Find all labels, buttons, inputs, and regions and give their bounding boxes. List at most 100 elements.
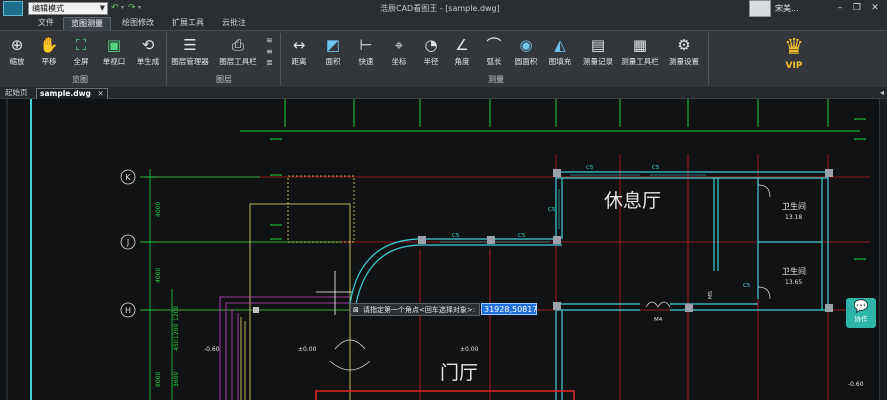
window-tag: C5 <box>518 233 526 239</box>
columns <box>253 169 833 313</box>
measure-group-label: 测量 <box>488 75 504 84</box>
fullscreen-label: 全屏 <box>73 57 89 66</box>
layer-mini-tools: ≋ ≡ ≣ <box>266 35 276 68</box>
coordinate-button[interactable]: ⌖ 坐标 <box>384 34 414 72</box>
restore-icon[interactable]: ❐ <box>850 1 864 15</box>
coordinate-input[interactable]: 31928,50817 <box>481 303 537 315</box>
avatar[interactable] <box>749 0 771 17</box>
crown-icon: ♛ <box>784 35 804 60</box>
layer-toolbar-label: 图层工具栏 <box>219 57 257 66</box>
window-tag: C5 <box>548 207 556 213</box>
grid-bubble-labels: K J H <box>125 173 131 315</box>
angle-label: 角度 <box>454 57 470 66</box>
layer-off-icon[interactable]: ≡ <box>266 46 276 57</box>
fullscreen-button[interactable]: ⛶ 全屏 <box>66 34 96 72</box>
window-tag: C5 <box>743 283 751 289</box>
single-viewport-button[interactable]: ▣ 单视口 <box>98 34 130 72</box>
level-marks: -0.60 ±0.00 ±0.00 -0.60 <box>204 346 864 388</box>
mode-select[interactable]: 编辑模式 ▼ <box>28 2 108 15</box>
zoom-icon: ⊕ <box>10 36 24 54</box>
area-button[interactable]: ◩ 面积 <box>318 34 348 72</box>
dim-label: 1200 <box>173 324 180 339</box>
arc-length-button[interactable]: ⌒ 弧长 <box>479 34 509 72</box>
circle-area-button[interactable]: ◉ 圆面积 <box>510 34 542 72</box>
distance-button[interactable]: ↔ 距离 <box>284 34 314 72</box>
angle-button[interactable]: ∠ 角度 <box>447 34 477 72</box>
measure-settings-button[interactable]: ⚙ 测量设置 <box>664 34 704 72</box>
quick-measure-button[interactable]: ⊢ 快速 <box>351 34 381 72</box>
group-divider <box>708 33 709 85</box>
layer-manager-icon: ☰ <box>183 36 197 54</box>
group-divider <box>280 33 281 85</box>
level-mark: -0.60 <box>848 381 864 388</box>
angle-icon: ∠ <box>455 36 469 54</box>
ribbon: ⊕ 缩放 ✋ 平移 ⛶ 全屏 ▣ 单视口 ⟲ 单生成 览图 ☰ 图层管理器 ⎙ … <box>0 30 887 87</box>
chevron-down-icon: ▼ <box>99 4 105 12</box>
layer-toolbar-icon: ⎙ <box>231 36 244 54</box>
support-chat-button[interactable]: 💬 协作 <box>846 298 876 328</box>
radius-label: 半径 <box>423 57 439 66</box>
close-icon[interactable]: ✕ <box>868 1 882 15</box>
level-mark: ±0.00 <box>460 346 479 353</box>
window-tag: C5 <box>452 233 460 239</box>
close-icon[interactable]: ✕ <box>98 89 104 98</box>
view-group-label: 览图 <box>72 75 88 84</box>
circle-area-label: 圆面积 <box>514 57 538 66</box>
door-tag: M4 <box>654 317 663 323</box>
fullscreen-icon: ⛶ <box>75 36 87 54</box>
measure-record-label: 测量记录 <box>583 57 613 66</box>
measure-record-icon: ▤ <box>590 36 606 54</box>
user-name[interactable]: 宋美... <box>775 3 799 14</box>
tab-start-page-label: 起始页 <box>5 88 28 97</box>
grid-label-k: K <box>125 173 131 182</box>
tab-cloud-annotate[interactable]: 云批注 <box>216 17 252 30</box>
window-title: 浩辰CAD看图王 - [sample.dwg] <box>380 4 500 13</box>
tab-sample-dwg[interactable]: sample.dwg ✕ <box>36 88 108 99</box>
command-icon: ⊠ <box>353 306 359 314</box>
measure-record-button[interactable]: ▤ 测量记录 <box>578 34 618 72</box>
radius-icon: ◔ <box>424 36 438 54</box>
layer-manager-button[interactable]: ☰ 图层管理器 <box>168 34 212 72</box>
tab-file[interactable]: 文件 <box>31 17 61 30</box>
redo-menu-icon[interactable]: ▾ <box>138 3 141 13</box>
room-label-restroom-1: 卫生间 <box>782 201 806 211</box>
tab-start-page[interactable]: 起始页 <box>2 88 31 99</box>
zoom-button[interactable]: ⊕ 缩放 <box>2 34 32 72</box>
app-logo-icon[interactable] <box>3 1 23 16</box>
drawing-canvas[interactable]: 4000 4000 8000 1200 1200 450 3600 K J H <box>0 99 887 400</box>
crosshair-cursor <box>316 271 352 315</box>
undo-icon[interactable]: ↶ <box>111 3 119 13</box>
layer-group-label: 图层 <box>216 75 232 84</box>
vip-button[interactable]: ♛ VIP <box>754 35 834 83</box>
undo-menu-icon[interactable]: ▾ <box>121 3 124 13</box>
panel-pin-icon[interactable]: ◂ <box>880 88 884 97</box>
arc-length-label: 弧长 <box>486 57 502 66</box>
walls <box>349 171 829 400</box>
dim-label: 4000 <box>155 268 162 283</box>
support-label: 协作 <box>854 315 868 323</box>
single-viewport-label: 单视口 <box>102 57 126 66</box>
yellow-dashed-box <box>287 175 355 243</box>
tab-draw-modify[interactable]: 绘图修改 <box>116 17 160 30</box>
room-label-lobby: 门厅 <box>440 362 478 384</box>
measure-toolbar-button[interactable]: ▦ 测量工具栏 <box>618 34 662 72</box>
vertical-scrollbar[interactable] <box>879 99 887 400</box>
pan-button[interactable]: ✋ 平移 <box>34 34 64 72</box>
layer-lock-icon[interactable]: ≣ <box>266 57 276 68</box>
tab-view-measure[interactable]: 览图测量 <box>63 17 111 30</box>
redo-icon[interactable]: ↷ <box>128 3 136 13</box>
layer-toolbar-button[interactable]: ⎙ 图层工具栏 <box>214 34 262 72</box>
menu-bar: 文件 览图测量 绘图修改 扩展工具 云批注 <box>0 17 887 30</box>
coordinate-label: 坐标 <box>391 57 407 66</box>
layer-stack-icon[interactable]: ≋ <box>266 35 276 46</box>
regenerate-button[interactable]: ⟲ 单生成 <box>132 34 164 72</box>
hatch-fill-button[interactable]: ◭ 图填充 <box>544 34 576 72</box>
arc-length-icon: ⌒ <box>486 36 502 54</box>
distance-label: 距离 <box>291 57 307 66</box>
chat-support-icon: 💬 <box>853 299 869 313</box>
measure-toolbar-label: 测量工具栏 <box>621 57 659 66</box>
level-mark: ±0.00 <box>298 346 317 353</box>
tab-extend-tools[interactable]: 扩展工具 <box>166 17 210 30</box>
radius-button[interactable]: ◔ 半径 <box>416 34 446 72</box>
minimize-icon[interactable]: – <box>833 1 847 15</box>
